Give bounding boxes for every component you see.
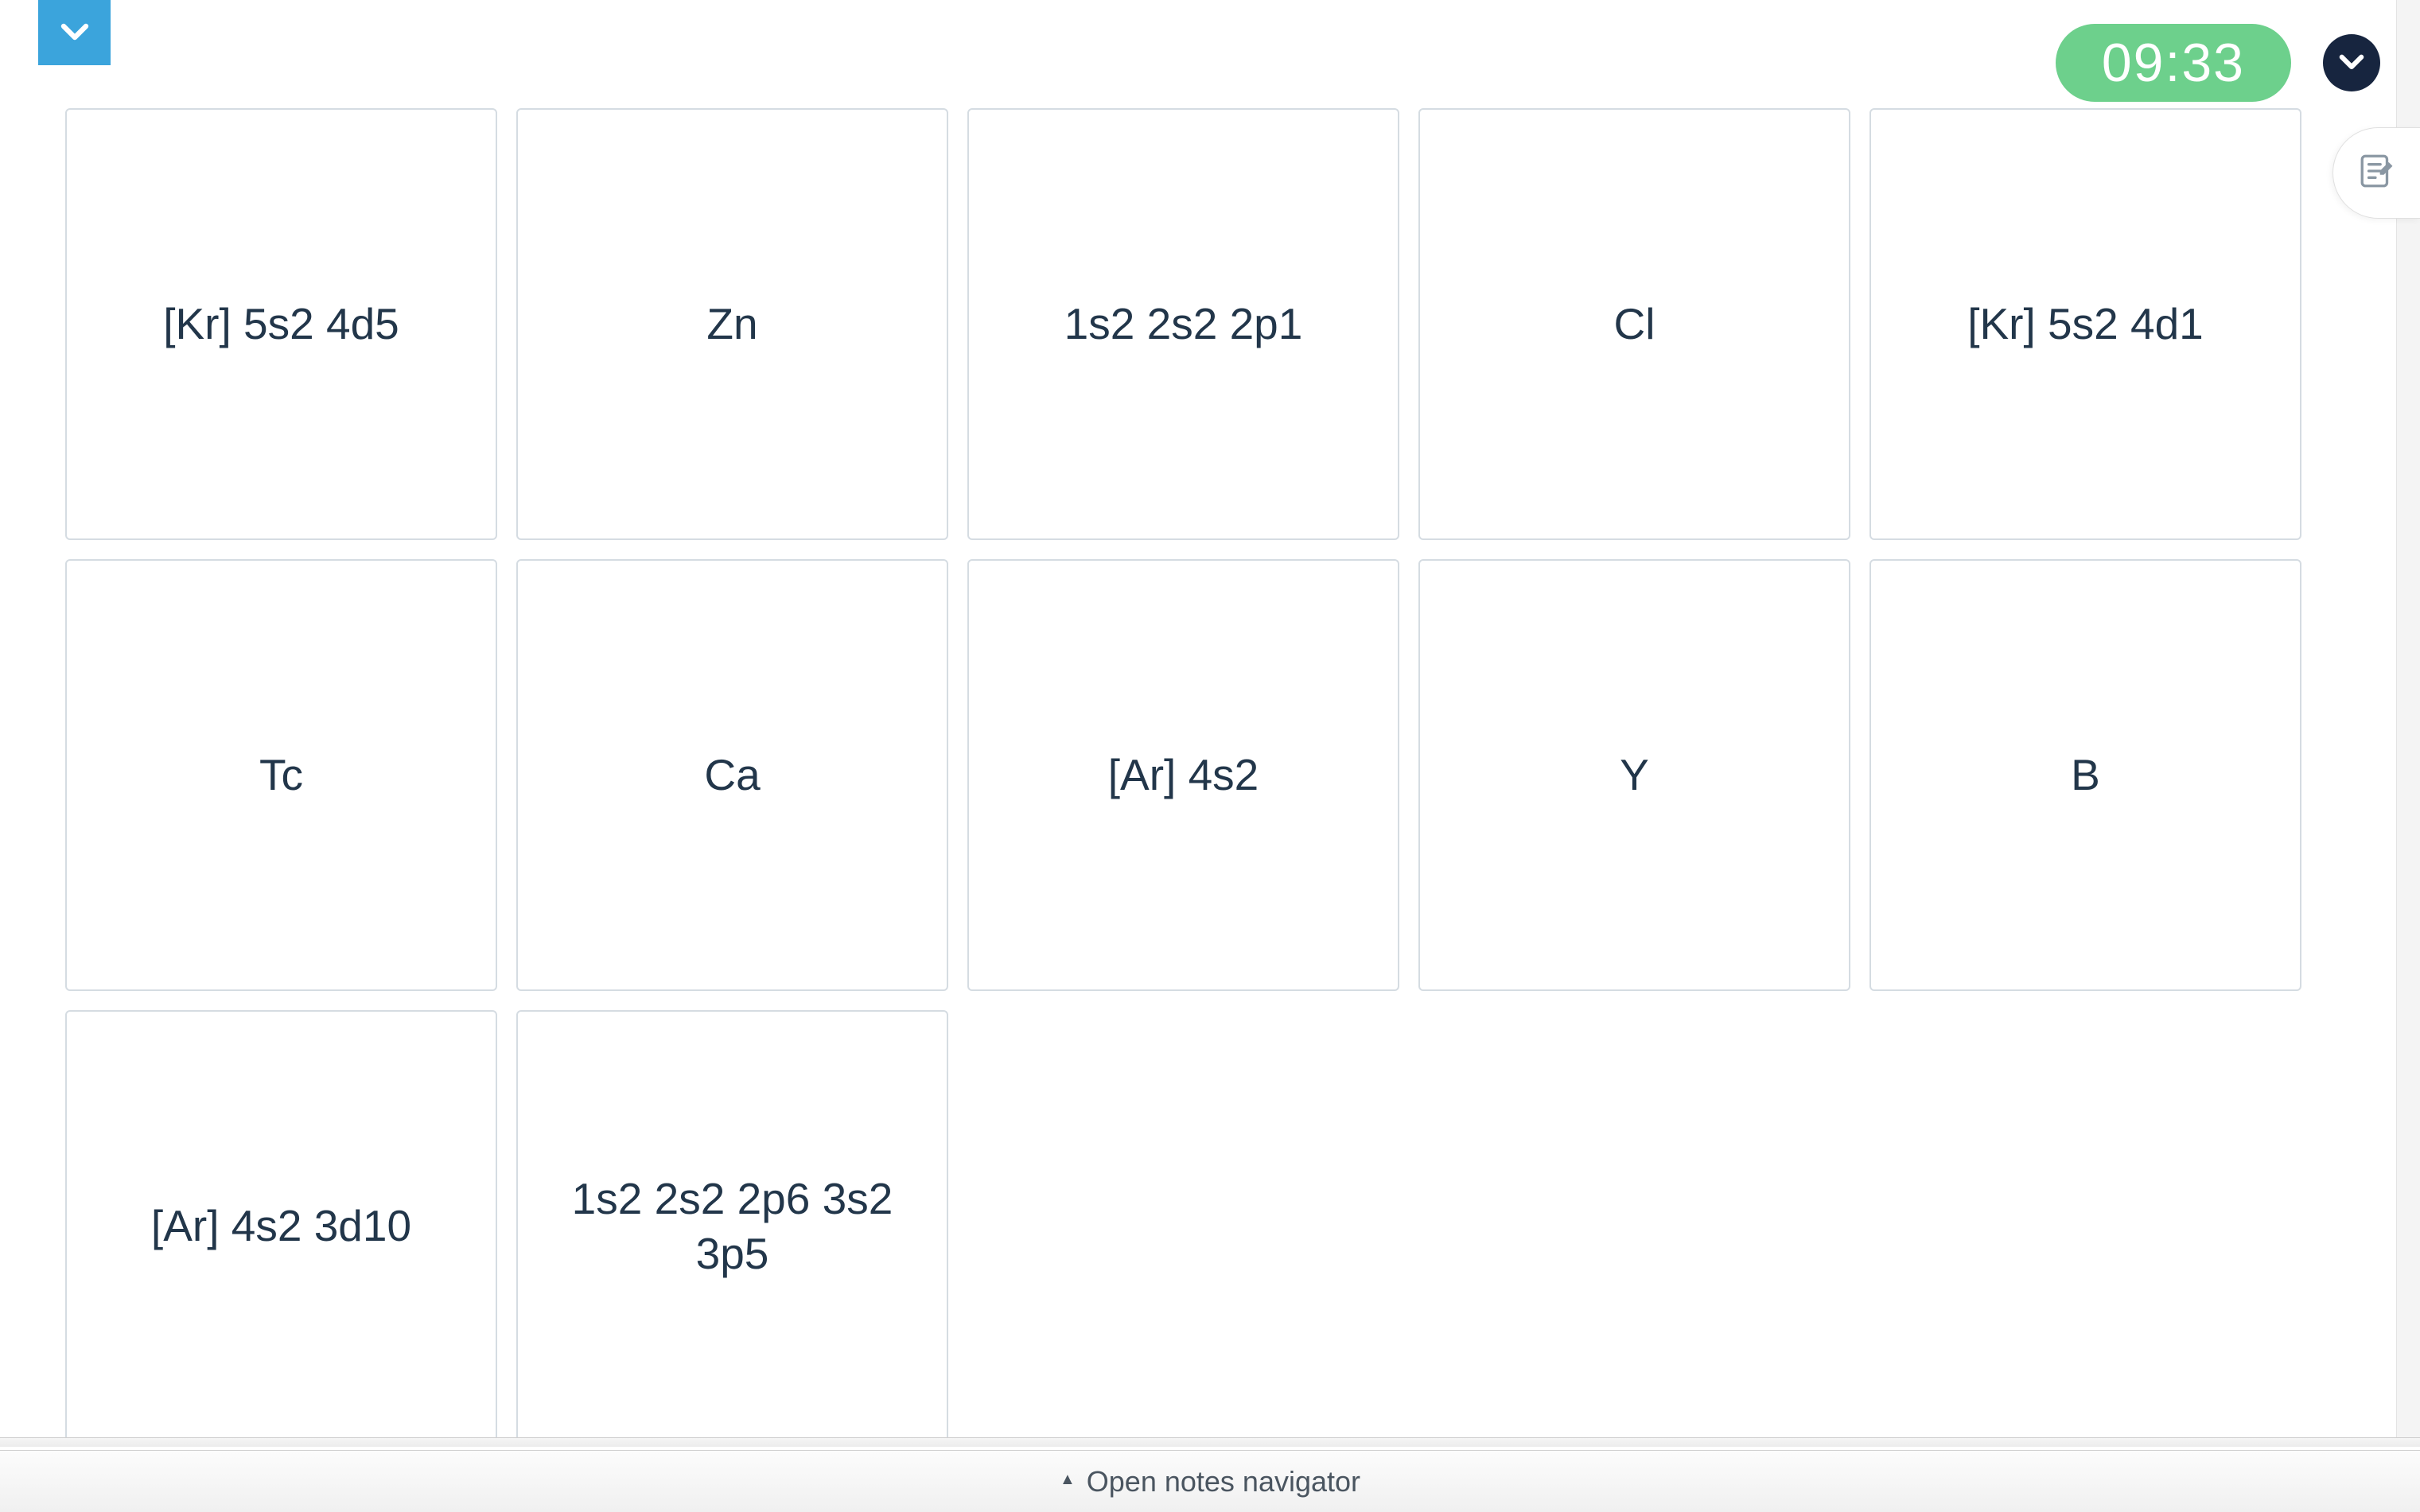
content-divider: [0, 1437, 2420, 1447]
card-label: Cl: [1614, 297, 1655, 352]
match-card[interactable]: Cl: [1418, 108, 1850, 540]
card-label: Zn: [706, 297, 757, 352]
top-bar: 09:33: [0, 0, 2420, 95]
timer-text: 09:33: [2102, 33, 2245, 93]
match-card[interactable]: B: [1869, 559, 2301, 991]
match-card[interactable]: 1s2 2s2 2p6 3s2 3p5: [516, 1010, 948, 1442]
card-label: B: [2071, 748, 2100, 803]
card-label: Tc: [259, 748, 303, 803]
card-grid: [Kr] 5s2 4d5 Zn 1s2 2s2 2p1 Cl [Kr] 5s2 …: [65, 108, 2317, 1442]
collapse-button[interactable]: [2323, 34, 2380, 91]
match-card[interactable]: Y: [1418, 559, 1850, 991]
match-card[interactable]: [Ar] 4s2: [967, 559, 1399, 991]
match-card[interactable]: [Kr] 5s2 4d5: [65, 108, 497, 540]
edit-note-icon: [2357, 151, 2397, 195]
match-card[interactable]: Ca: [516, 559, 948, 991]
card-label: [Kr] 5s2 4d1: [1967, 297, 2204, 352]
match-card[interactable]: 1s2 2s2 2p1: [967, 108, 1399, 540]
match-card[interactable]: Zn: [516, 108, 948, 540]
card-label: 1s2 2s2 2p6 3s2 3p5: [542, 1172, 923, 1281]
card-label: Y: [1620, 748, 1649, 803]
open-notes-navigator-button[interactable]: ▲ Open notes navigator: [0, 1450, 2420, 1512]
match-card[interactable]: [Ar] 4s2 3d10: [65, 1010, 497, 1442]
card-label: [Ar] 4s2: [1108, 748, 1259, 803]
card-label: [Ar] 4s2 3d10: [151, 1199, 411, 1254]
notes-side-tab-button[interactable]: [2332, 127, 2420, 219]
card-label: [Kr] 5s2 4d5: [163, 297, 399, 352]
chevron-down-icon: [2335, 45, 2368, 82]
timer-area: 09:33: [2056, 24, 2380, 102]
match-card[interactable]: Tc: [65, 559, 497, 991]
card-label: 1s2 2s2 2p1: [1064, 297, 1303, 352]
notes-navigator-label: Open notes navigator: [1087, 1465, 1360, 1498]
card-label: Ca: [704, 748, 760, 803]
match-card[interactable]: [Kr] 5s2 4d1: [1869, 108, 2301, 540]
triangle-up-icon: ▲: [1060, 1471, 1076, 1489]
timer-display: 09:33: [2056, 24, 2291, 102]
dropdown-toggle-button[interactable]: [38, 0, 111, 65]
chevron-down-icon: [56, 12, 94, 54]
